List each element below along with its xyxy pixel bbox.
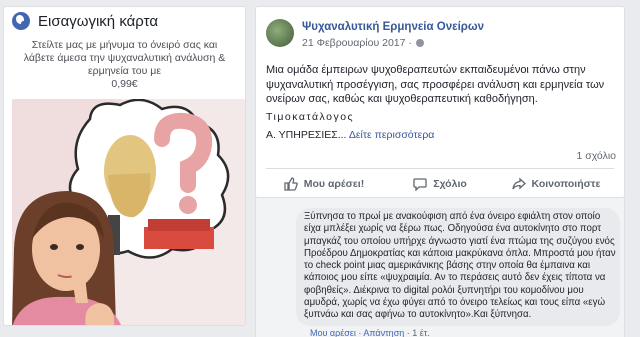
post-date-text[interactable]: 21 Φεβρουαρίου 2017 ·	[302, 37, 412, 49]
intro-card-header: Εισαγωγική κάρτα	[4, 7, 245, 35]
post-body-text: Μια ομάδα έμπειρων ψυχοθεραπευτών εκπαιδ…	[266, 64, 605, 105]
page-avatar[interactable]	[266, 19, 294, 47]
like-button[interactable]: Μου αρέσει!	[266, 170, 382, 198]
page-name-link[interactable]: Ψυχαναλυτική Ερμηνεία Ονείρων	[302, 21, 484, 33]
comments-section: Ξύπνησα το πρωί με ανακούφιση από ένα όν…	[255, 198, 625, 337]
comment-text: Ξύπνησα το πρωί με ανακούφιση από ένα όν…	[304, 211, 616, 321]
intro-card-title: Εισαγωγική κάρτα	[38, 12, 159, 30]
like-label: Μου αρέσει!	[303, 178, 365, 190]
promo-price: 0,99€	[111, 78, 138, 90]
comments-count-link[interactable]: 1 σχόλιο	[576, 150, 616, 162]
price-list-heading: Τιμοκατάλογος	[266, 111, 355, 123]
globe-icon	[12, 12, 30, 30]
share-label: Κοινοποιήστε	[531, 178, 601, 190]
comment-like-link[interactable]: Μου αρέσει	[310, 328, 356, 337]
post-date: 21 Φεβρουαρίου 2017 ·	[302, 37, 424, 49]
share-icon	[511, 177, 526, 190]
services-line: Α. ΥΠΗΡΕΣΙΕΣ... Δείτε περισσότερα	[266, 129, 434, 141]
services-text: Α. ΥΠΗΡΕΣΙΕΣ...	[266, 129, 347, 141]
promo-text: Στείλτε μας με μήνυμα το όνειρό σας και …	[23, 39, 226, 77]
thumbs-up-icon	[284, 177, 298, 191]
comment-meta: Μου αρέσει · Απάντηση · 1 έτ.	[310, 328, 430, 337]
comment-label: Σχόλιο	[433, 178, 467, 190]
actions-divider	[266, 168, 614, 169]
see-more-link[interactable]: Δείτε περισσότερα	[349, 129, 435, 141]
comment-time[interactable]: 1 έτ.	[412, 328, 430, 337]
share-button[interactable]: Κοινοποιήστε	[498, 170, 614, 198]
post-actions: Μου αρέσει! Σχόλιο Κοινοποιήστε	[266, 170, 614, 198]
intro-card: Εισαγωγική κάρτα Στείλτε μας με μήνυμα τ…	[3, 6, 246, 326]
comment-icon	[413, 178, 427, 191]
comment-reply-link[interactable]: Απάντηση	[363, 328, 404, 337]
intro-card-promo: Στείλτε μας με μήνυμα το όνειρό σας και …	[4, 35, 245, 91]
dream-illustration-art	[12, 99, 245, 325]
dream-illustration[interactable]	[12, 99, 245, 325]
audience-globe-icon	[415, 39, 424, 48]
comment-button[interactable]: Σχόλιο	[382, 170, 498, 198]
post-card: Ψυχαναλυτική Ερμηνεία Ονείρων 21 Φεβρουα…	[255, 6, 625, 198]
